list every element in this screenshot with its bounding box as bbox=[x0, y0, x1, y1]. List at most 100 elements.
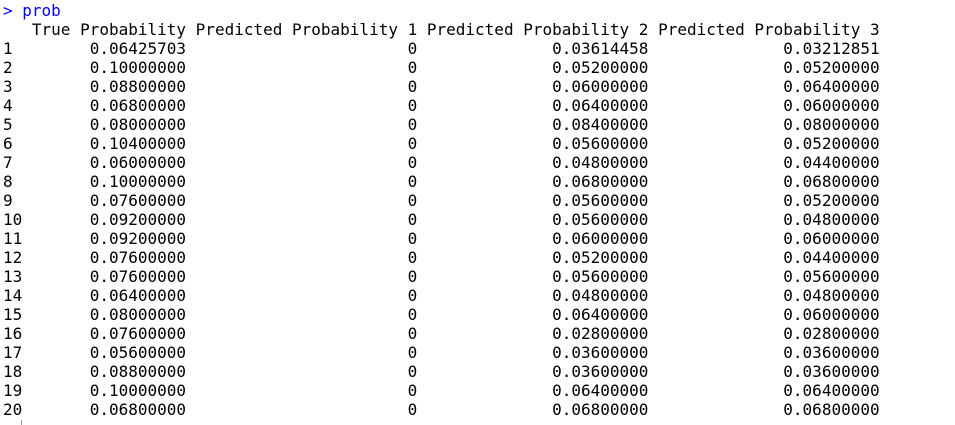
table-cell: 0.06800000 bbox=[783, 400, 880, 419]
table-cell: 0.03600000 bbox=[783, 362, 880, 381]
row-name: 2 bbox=[3, 58, 13, 77]
row-name: 9 bbox=[3, 191, 13, 210]
table-cell: 0.06800000 bbox=[89, 96, 187, 115]
r-console[interactable]: > prob True Probability Predicted Probab… bbox=[0, 0, 955, 425]
table-cell: 0 bbox=[407, 96, 418, 115]
table-row: 6 0.10400000 0 0.05600000 0.05200000 bbox=[0, 134, 955, 153]
row-name: 15 bbox=[3, 305, 23, 324]
table-cell: 0.10400000 bbox=[89, 134, 187, 153]
prompt-symbol: > bbox=[3, 1, 13, 20]
table-cell: 0.04800000 bbox=[552, 286, 649, 305]
table-cell: 0.07600000 bbox=[89, 267, 187, 286]
table-row: 20 0.06800000 0 0.06800000 0.06800000 bbox=[0, 400, 955, 419]
table-cell: 0 bbox=[407, 305, 418, 324]
table-cell: 0.05600000 bbox=[89, 343, 187, 362]
table-cell: 0.06400000 bbox=[552, 305, 649, 324]
table-cell: 0.03614458 bbox=[552, 39, 649, 58]
table-cell: 0.09200000 bbox=[89, 229, 187, 248]
table-cell: 0 bbox=[407, 39, 418, 58]
table-cell: 0.07600000 bbox=[89, 248, 187, 267]
table-cell: 0.06800000 bbox=[783, 172, 880, 191]
table-row: 10 0.09200000 0 0.05600000 0.04800000 bbox=[0, 210, 955, 229]
table-row: 11 0.09200000 0 0.06000000 0.06000000 bbox=[0, 229, 955, 248]
row-name: 6 bbox=[3, 134, 13, 153]
row-name: 3 bbox=[3, 77, 13, 96]
row-name: 10 bbox=[3, 210, 23, 229]
table-cell: 0.03600000 bbox=[552, 362, 649, 381]
column-header: Predicted Probability 2 bbox=[426, 20, 649, 39]
table-cell: 0.06400000 bbox=[783, 381, 880, 400]
table-cell: 0.02800000 bbox=[783, 324, 880, 343]
row-name: 4 bbox=[3, 96, 13, 115]
table-body: 1 0.06425703 0 0.03614458 0.03212851 2 0.… bbox=[0, 39, 955, 419]
table-cell: 0.06000000 bbox=[783, 96, 880, 115]
row-name: 20 bbox=[3, 400, 23, 419]
table-cell: 0.05600000 bbox=[552, 267, 649, 286]
table-row: 1 0.06425703 0 0.03614458 0.03212851 bbox=[0, 39, 955, 58]
table-cell: 0 bbox=[407, 248, 418, 267]
table-cell: 0.08800000 bbox=[89, 77, 187, 96]
table-cell: 0.04400000 bbox=[783, 248, 880, 267]
table-cell: 0.04400000 bbox=[783, 153, 880, 172]
table-cell: 0.05200000 bbox=[552, 58, 649, 77]
table-cell: 0 bbox=[407, 77, 418, 96]
row-name: 12 bbox=[3, 248, 23, 267]
table-cell: 0 bbox=[407, 400, 418, 419]
table-row: 16 0.07600000 0 0.02800000 0.02800000 bbox=[0, 324, 955, 343]
command-text: prob bbox=[22, 1, 61, 20]
table-cell: 0.08400000 bbox=[552, 115, 649, 134]
table-cell: 0.06000000 bbox=[783, 229, 880, 248]
table-cell: 0.05200000 bbox=[783, 58, 880, 77]
table-cell: 0.06800000 bbox=[552, 172, 649, 191]
column-header: True Probability bbox=[31, 20, 187, 39]
table-cell: 0 bbox=[407, 210, 418, 229]
table-row: 13 0.07600000 0 0.05600000 0.05600000 bbox=[0, 267, 955, 286]
table-row: 14 0.06400000 0 0.04800000 0.04800000 bbox=[0, 286, 955, 305]
row-name: 1 bbox=[3, 39, 13, 58]
table-cell: 0.04800000 bbox=[552, 153, 649, 172]
table-row: 9 0.07600000 0 0.05600000 0.05200000 bbox=[0, 191, 955, 210]
table-cell: 0.03212851 bbox=[783, 39, 880, 58]
row-name: 17 bbox=[3, 343, 23, 362]
row-name: 18 bbox=[3, 362, 23, 381]
table-cell: 0.06400000 bbox=[783, 77, 880, 96]
table-cell: 0 bbox=[407, 58, 418, 77]
table-cell: 0 bbox=[407, 286, 418, 305]
table-cell: 0.06800000 bbox=[552, 400, 649, 419]
table-cell: 0.05600000 bbox=[552, 134, 649, 153]
table-cell: 0.06000000 bbox=[89, 153, 187, 172]
table-row: 8 0.10000000 0 0.06800000 0.06800000 bbox=[0, 172, 955, 191]
table-row: 5 0.08000000 0 0.08400000 0.08000000 bbox=[0, 115, 955, 134]
table-cell: 0.06000000 bbox=[552, 229, 649, 248]
table-cell: 0.06400000 bbox=[552, 96, 649, 115]
table-cell: 0.08000000 bbox=[89, 305, 187, 324]
table-row: 4 0.06800000 0 0.06400000 0.06000000 bbox=[0, 96, 955, 115]
table-cell: 0.04800000 bbox=[783, 210, 880, 229]
table-cell: 0.05600000 bbox=[552, 210, 649, 229]
table-cell: 0.08000000 bbox=[89, 115, 187, 134]
table-cell: 0.06425703 bbox=[89, 39, 187, 58]
table-cell: 0.08000000 bbox=[783, 115, 880, 134]
row-name: 8 bbox=[3, 172, 13, 191]
table-row: 12 0.07600000 0 0.05200000 0.04400000 bbox=[0, 248, 955, 267]
table-cell: 0.03600000 bbox=[552, 343, 649, 362]
table-row: 18 0.08800000 0 0.03600000 0.03600000 bbox=[0, 362, 955, 381]
table-cell: 0.05600000 bbox=[552, 191, 649, 210]
table-cell: 0.10000000 bbox=[89, 172, 187, 191]
row-name: 19 bbox=[3, 381, 23, 400]
column-header: Predicted Probability 1 bbox=[195, 20, 418, 39]
table-row: 17 0.05600000 0 0.03600000 0.03600000 bbox=[0, 343, 955, 362]
table-cell: 0 bbox=[407, 191, 418, 210]
table-cell: 0 bbox=[407, 267, 418, 286]
text-cursor bbox=[21, 420, 22, 425]
row-name: 11 bbox=[3, 229, 23, 248]
table-row: 3 0.08800000 0 0.06000000 0.06400000 bbox=[0, 77, 955, 96]
table-cell: 0.04800000 bbox=[783, 286, 880, 305]
table-cell: 0 bbox=[407, 362, 418, 381]
table-cell: 0.07600000 bbox=[89, 191, 187, 210]
column-header: Predicted Probability 3 bbox=[658, 20, 880, 39]
table-cell: 0 bbox=[407, 134, 418, 153]
table-cell: 0.06000000 bbox=[783, 305, 880, 324]
table-cell: 0.02800000 bbox=[552, 324, 649, 343]
table-cell: 0 bbox=[407, 229, 418, 248]
